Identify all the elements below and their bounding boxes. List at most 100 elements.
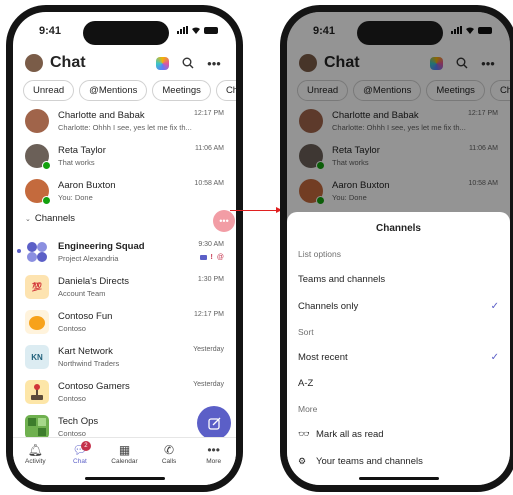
annotation-arrow (230, 210, 281, 211)
status-icons (177, 26, 218, 34)
option-label: Channels only (298, 301, 359, 312)
unread-badge: 2 (80, 441, 91, 451)
option-label: Mark all as read (316, 429, 384, 440)
list-options-label: List options (298, 249, 341, 259)
chat-row[interactable]: Charlotte and Babak Charlotte: Ohhh I see… (25, 104, 224, 138)
channels-more-button[interactable]: ••• (213, 210, 235, 232)
compose-button[interactable] (197, 406, 231, 440)
home-indicator (85, 477, 165, 480)
avatar (25, 179, 51, 205)
option-mark-all-read[interactable]: 👓︎ Mark all as read (298, 429, 499, 440)
filter-unread[interactable]: Unread (23, 80, 75, 101)
section-label: Channels (34, 213, 76, 224)
tab-label: Activity (25, 458, 46, 465)
kn-initials: KN (25, 345, 49, 369)
calendar-icon: ▦ (118, 443, 131, 457)
tab-label: Calls (161, 458, 177, 465)
phone-chat-list: 9:41 Chat ••• Unread @Mentions Meetings … (6, 5, 243, 492)
signal-icon (177, 26, 188, 34)
channel-time: 1:30 PM (197, 276, 224, 283)
option-channels-only[interactable]: Channels only ✓ (298, 301, 499, 312)
chat-preview: You: Done (58, 193, 93, 202)
chat-time: 11:06 AM (194, 145, 224, 152)
page-title: Chat (50, 54, 86, 71)
battery-icon (204, 26, 218, 34)
channel-row[interactable]: Engineering Squad Project Alexandria 9:30… (17, 235, 224, 269)
channels-section-header[interactable]: ⌄ Channels (25, 213, 75, 224)
avatar (25, 109, 49, 133)
avatar (25, 144, 51, 170)
home-indicator (359, 477, 439, 480)
chat-preview: Charlotte: Ohhh I see, yes let me fix th… (58, 123, 192, 132)
channels-options-sheet: Channels List options Teams and channels… (287, 212, 510, 485)
channel-time: Yesterday (193, 381, 224, 388)
chat-time: 12:17 PM (194, 110, 224, 117)
channel-preview: Account Team (58, 289, 106, 298)
compose-icon (207, 417, 220, 430)
channel-row[interactable]: KN Kart Network Northwind Traders Yesterd… (25, 340, 224, 374)
more-icon: ••• (207, 443, 220, 457)
tab-label: Calendar (111, 458, 138, 465)
chat-row[interactable]: Aaron Buxton You: Done 10:58 AM (25, 174, 224, 208)
presence-icon (42, 196, 51, 205)
channel-time: Yesterday (193, 346, 224, 353)
channel-time: 12:17 PM (194, 311, 224, 318)
option-label: Most recent (298, 352, 348, 363)
chat-header: Chat ••• (25, 50, 224, 76)
dynamic-island (83, 21, 169, 45)
option-label: Your teams and channels (316, 456, 423, 467)
channel-preview: Contoso (58, 324, 86, 333)
chevron-down-icon: ⌄ (25, 215, 31, 223)
phone-channels-sheet: 9:41 Chat ••• Unread @Mentions Meetings … (280, 5, 513, 492)
tab-more[interactable]: ••• More (191, 443, 236, 485)
wifi-icon (192, 27, 200, 34)
pixel-grid-icon (25, 415, 49, 439)
tab-activity[interactable]: 🔔︎ Activity (13, 443, 58, 485)
channel-preview: Northwind Traders (58, 359, 120, 368)
option-most-recent[interactable]: Most recent ✓ (298, 352, 499, 363)
checkmark-icon: ✓ (490, 352, 499, 363)
channel-badges: ! @ (199, 254, 224, 261)
screen: 9:41 Chat ••• Unread @Mentions Meetings … (13, 12, 236, 485)
bell-icon: 🔔︎ (27, 443, 43, 457)
more-options-icon[interactable]: ••• (204, 53, 224, 73)
filter-chats[interactable]: Chats (215, 80, 236, 101)
more-label: More (298, 404, 318, 414)
100-emoji-icon: 💯︎ (25, 275, 49, 299)
option-label: Teams and channels (298, 274, 386, 285)
tab-label: Chat (73, 458, 87, 465)
channel-row[interactable]: Contoso Fun Contoso 12:17 PM (25, 305, 224, 339)
avatar[interactable] (25, 54, 43, 72)
dynamic-island (357, 21, 443, 45)
tab-bar: 🔔︎ Activity 💬︎ 2 Chat ▦ Calendar ✆ Calls ••• M… (13, 437, 236, 485)
gear-icon: ⚙ (298, 456, 307, 466)
option-your-teams[interactable]: ⚙ Your teams and channels (298, 456, 499, 467)
filter-chips: Unread @Mentions Meetings Chats (23, 80, 236, 101)
glasses-icon: 👓︎ (298, 429, 310, 439)
channel-row[interactable]: 💯︎ Daniela's Directs Account Team 1:30 PM (25, 270, 224, 304)
screen: 9:41 Chat ••• Unread @Mentions Meetings … (287, 12, 510, 485)
filter-mentions[interactable]: @Mentions (79, 80, 148, 101)
channel-row[interactable]: Contoso Gamers Contoso Yesterday (25, 375, 224, 409)
chat-time: 10:58 AM (194, 180, 224, 187)
channel-preview: Contoso (58, 394, 86, 403)
copilot-icon[interactable] (152, 53, 172, 73)
unread-indicator (17, 249, 21, 253)
grid-dots-icon (25, 240, 49, 264)
option-a-z[interactable]: A-Z (298, 378, 499, 389)
option-teams-and-channels[interactable]: Teams and channels (298, 274, 499, 285)
stage: 9:41 Chat ••• Unread @Mentions Meetings … (0, 0, 513, 495)
checkmark-icon: ✓ (490, 301, 499, 312)
tab-label: More (206, 458, 222, 465)
status-time: 9:41 (39, 25, 62, 37)
option-label: A-Z (298, 378, 314, 389)
mention-icon: @ (216, 254, 224, 261)
presence-icon (42, 161, 51, 170)
sheet-title: Channels (375, 223, 421, 234)
filter-meetings[interactable]: Meetings (152, 80, 211, 101)
sort-label: Sort (298, 327, 314, 337)
chat-row[interactable]: Reta Taylor That works 11:06 AM (25, 139, 224, 173)
chat-preview: That works (58, 158, 95, 167)
search-icon[interactable] (178, 53, 198, 73)
important-icon: ! (210, 254, 213, 261)
